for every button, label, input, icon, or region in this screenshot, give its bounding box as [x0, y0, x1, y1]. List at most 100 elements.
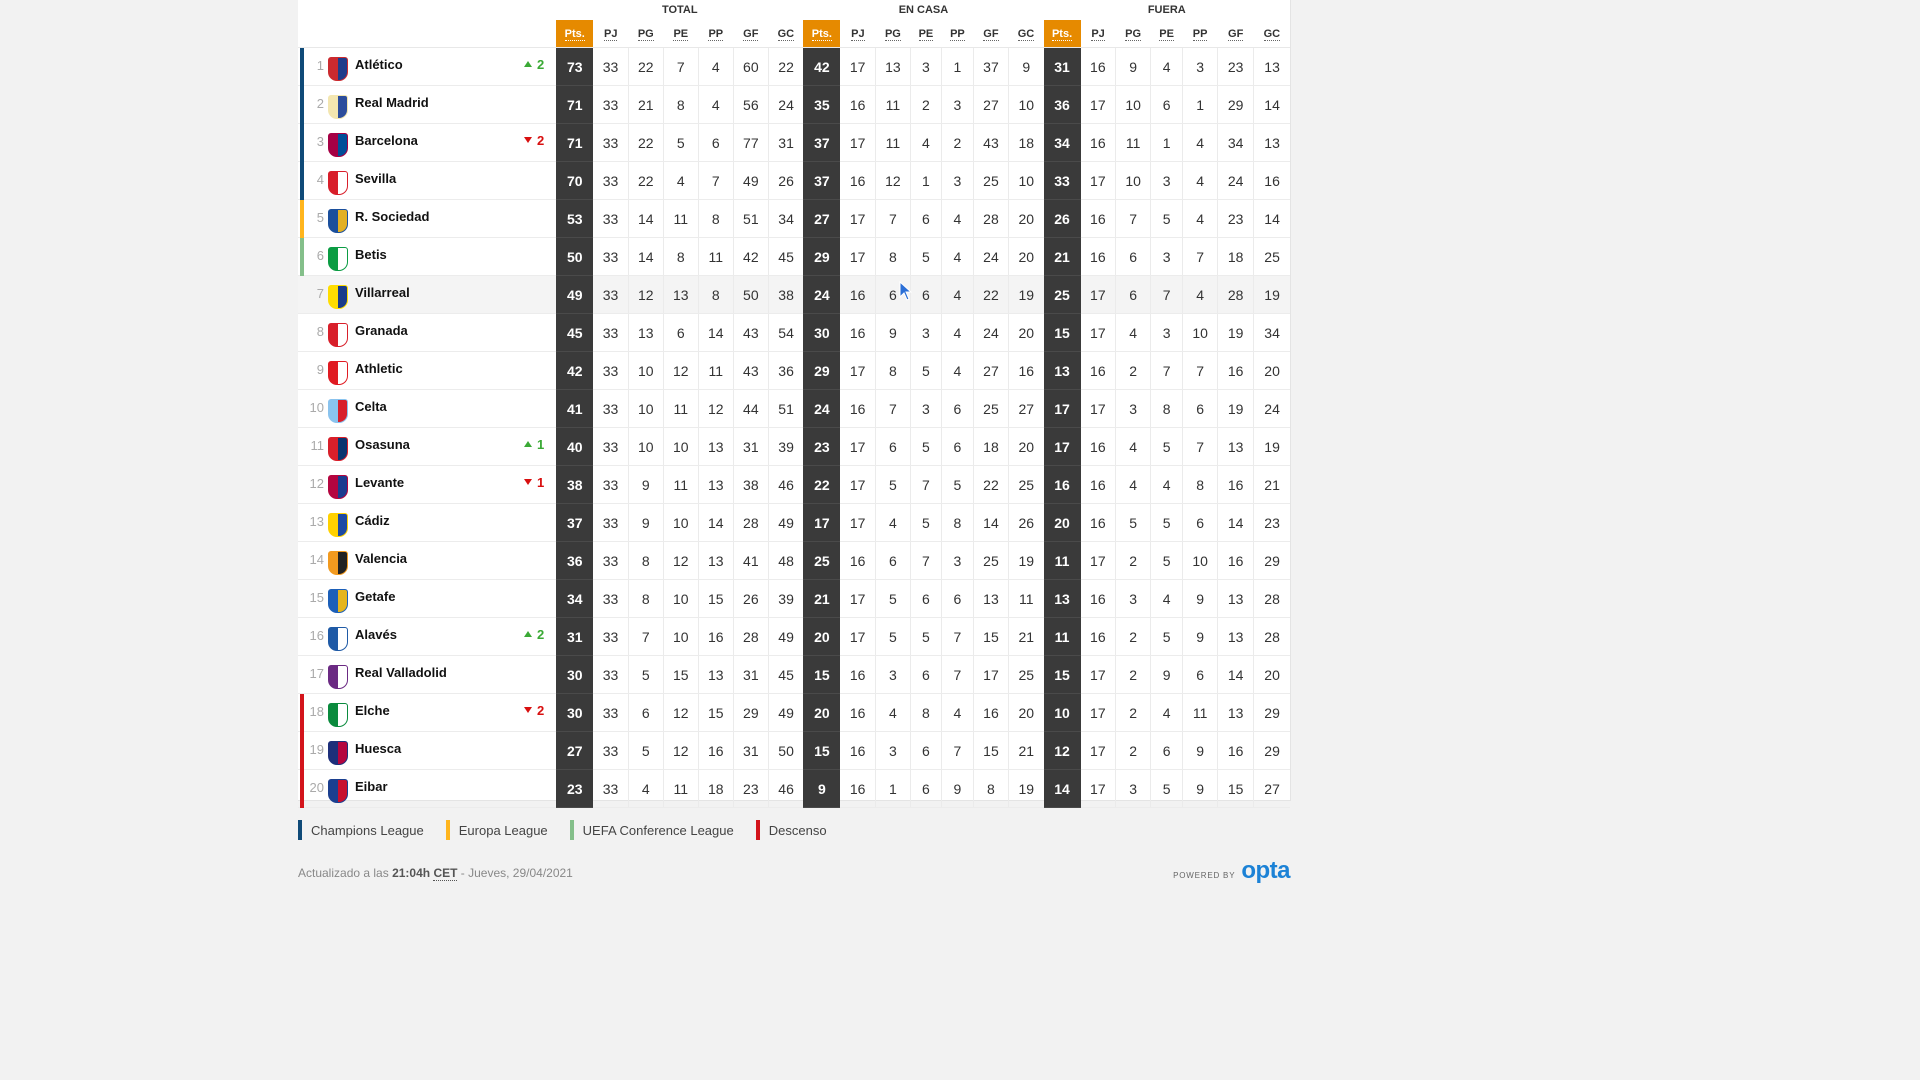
col-header-total-pp[interactable]: PP: [698, 20, 734, 48]
team-name[interactable]: Levante: [355, 475, 404, 490]
team-name[interactable]: Alavés: [355, 627, 397, 642]
col-header-home-gc[interactable]: GC: [1008, 20, 1044, 48]
team-name[interactable]: Atlético: [355, 57, 403, 72]
team-cell[interactable]: 10 Celta: [298, 389, 557, 428]
team-name[interactable]: Elche: [355, 703, 390, 718]
table-row[interactable]: 12 Levante 1 38 33 9 11 13 38 46 22 17 5 7 5 22 25 16 16 4 4…: [298, 465, 1290, 504]
col-header-total-pg[interactable]: PG: [628, 20, 664, 48]
table-row[interactable]: 13 Cádiz 37 33 9 10 14 28 49 17 17 4 5 8 14 26 20 16 5 5 6 14…: [298, 503, 1290, 542]
team-cell[interactable]: 15 Getafe: [298, 579, 557, 618]
table-row[interactable]: 20 Eibar 23 33 4 11 18 23 46 9 16 1 6 9 8 19 14 17 3 5 9 15 27: [298, 769, 1290, 808]
away-gf-value: 23: [1217, 199, 1254, 238]
team-name[interactable]: R. Sociedad: [355, 209, 429, 224]
team-name[interactable]: Celta: [355, 399, 387, 414]
table-row[interactable]: 9 Athletic 42 33 10 12 11 43 36 29 17 8 5 4 27 16 13 16 2 7…: [298, 351, 1290, 390]
table-row[interactable]: 4 Sevilla 70 33 22 4 7 49 26 37 16 12 1 3 25 10 33 17 10 3 4…: [298, 161, 1290, 200]
table-row[interactable]: 7 Villarreal 49 33 12 13 8 50 38 24 16 6 6 4 22 19 25 17 6…: [298, 275, 1290, 314]
group-away: FUERA: [1147, 4, 1186, 16]
team-cell[interactable]: 12 Levante 1: [298, 465, 557, 504]
away-gc-value: 13: [1253, 47, 1290, 86]
col-header-away-pp[interactable]: PP: [1182, 20, 1218, 48]
team-name[interactable]: Betis: [355, 247, 387, 262]
col-header-away-pts[interactable]: Pts.: [1043, 20, 1081, 48]
team-cell[interactable]: 14 Valencia: [298, 541, 557, 580]
col-header-total-gf[interactable]: GF: [733, 20, 769, 48]
table-row[interactable]: 14 Valencia 36 33 8 12 13 41 48 25 16 6 7 3 25 19 11 17 2 5…: [298, 541, 1290, 580]
team-name[interactable]: Eibar: [355, 779, 388, 794]
table-row[interactable]: 19 Huesca 27 33 5 12 16 31 50 15 16 3 6 7 15 21 12 17 2 6 9 1…: [298, 731, 1290, 770]
team-cell[interactable]: 5 R. Sociedad: [298, 199, 557, 238]
team-name[interactable]: Villarreal: [355, 285, 410, 300]
team-cell[interactable]: 17 Real Valladolid: [298, 655, 557, 694]
team-name[interactable]: Cádiz: [355, 513, 390, 528]
col-header-home-pj[interactable]: PJ: [840, 20, 876, 48]
away-pp-value: 11: [1182, 693, 1218, 732]
table-row[interactable]: 15 Getafe 34 33 8 10 15 26 39 21 17 5 6 6 13 11 13 16 3 4 9 1…: [298, 579, 1290, 618]
table-row[interactable]: 1 Atlético 2 73 33 22 7 4 60 22 42 17 13 3 1 37 9 31 16 9 4 3…: [298, 47, 1290, 86]
away-pts-value: 34: [1043, 123, 1081, 162]
team-name[interactable]: Granada: [355, 323, 408, 338]
team-cell[interactable]: 19 Huesca: [298, 731, 557, 770]
col-header-away-pe[interactable]: PE: [1150, 20, 1183, 48]
team-cell[interactable]: 4 Sevilla: [298, 161, 557, 200]
team-name[interactable]: Valencia: [355, 551, 407, 566]
table-row[interactable]: 17 Real Valladolid 30 33 5 15 13 31 45 15 16 3 6 7 17 2…: [298, 655, 1290, 694]
team-cell[interactable]: 3 Barcelona 2: [298, 123, 557, 162]
team-cell[interactable]: 18 Elche 2: [298, 693, 557, 732]
col-header-total-pe[interactable]: PE: [663, 20, 699, 48]
table-row[interactable]: 6 Betis 50 33 14 8 11 42 45 29 17 8 5 4 24 20 21 16 6 3 7 18 2…: [298, 237, 1290, 276]
table-row[interactable]: 16 Alavés 2 31 33 7 10 16 28 49 20 17 5 5 7 15 21 11 16 2 5 9…: [298, 617, 1290, 656]
col-header-total-gc[interactable]: GC: [768, 20, 804, 48]
away-pe-value: 4: [1150, 693, 1183, 732]
col-header-total-pts[interactable]: Pts.: [556, 20, 594, 48]
col-header-away-pj[interactable]: PJ: [1080, 20, 1116, 48]
team-name[interactable]: Barcelona: [355, 133, 418, 148]
team-name[interactable]: Athletic: [355, 361, 403, 376]
away-gf-value: 18: [1217, 237, 1254, 276]
away-pj-value: 16: [1080, 123, 1116, 162]
team-name[interactable]: Huesca: [355, 741, 401, 756]
table-row[interactable]: 2 Real Madrid 71 33 21 8 4 56 24 35 16 11 2 3 27 10 36 17…: [298, 85, 1290, 124]
team-cell[interactable]: 2 Real Madrid: [298, 85, 557, 124]
col-header-home-pg[interactable]: PG: [875, 20, 911, 48]
team-cell[interactable]: 1 Atlético 2: [298, 47, 557, 86]
team-cell[interactable]: 6 Betis: [298, 237, 557, 276]
away-gc-value: 19: [1253, 427, 1290, 466]
col-header-total-pj[interactable]: PJ: [593, 20, 629, 48]
team-cell[interactable]: 20 Eibar: [298, 769, 557, 808]
table-row[interactable]: 3 Barcelona 2 71 33 22 5 6 77 31 37 17 11 4 2 43 18 34 16 1…: [298, 123, 1290, 162]
team-name[interactable]: Real Valladolid: [355, 665, 447, 680]
col-header-home-pe[interactable]: PE: [910, 20, 942, 48]
col-header-home-pp[interactable]: PP: [941, 20, 974, 48]
table-row[interactable]: 11 Osasuna 1 40 33 10 10 13 31 39 23 17 6 5 6 18 20 17 16 4…: [298, 427, 1290, 466]
total-pg-value: 21: [627, 85, 664, 124]
col-header-home-pts[interactable]: Pts.: [803, 20, 841, 48]
team-cell[interactable]: 7 Villarreal: [298, 275, 557, 314]
powered-by-opta[interactable]: POWERED BY opta: [1173, 859, 1290, 883]
team-cell[interactable]: 8 Granada: [298, 313, 557, 352]
table-row[interactable]: 5 R. Sociedad 53 33 14 11 8 51 34 27 17 7 6 4 28 20 26 16…: [298, 199, 1290, 238]
total-gf-value: 43: [732, 313, 769, 352]
team-cell[interactable]: 11 Osasuna 1: [298, 427, 557, 466]
team-cell[interactable]: 16 Alavés 2: [298, 617, 557, 656]
team-cell[interactable]: 9 Athletic: [298, 351, 557, 390]
team-name[interactable]: Osasuna: [355, 437, 410, 452]
away-gc-value: 29: [1253, 693, 1290, 732]
col-header-away-pg[interactable]: PG: [1115, 20, 1151, 48]
team-cell[interactable]: 13 Cádiz: [298, 503, 557, 542]
col-header-home-gf[interactable]: GF: [973, 20, 1009, 48]
team-name[interactable]: Real Madrid: [355, 95, 429, 110]
table-row[interactable]: 8 Granada 45 33 13 6 14 43 54 30 16 9 3 4 24 20 15 17 4 3 10…: [298, 313, 1290, 352]
away-pp-value: 7: [1182, 427, 1218, 466]
team-name[interactable]: Getafe: [355, 589, 395, 604]
col-header-away-gc[interactable]: GC: [1253, 20, 1290, 48]
home-gf-value: 28: [972, 199, 1009, 238]
table-row[interactable]: 10 Celta 41 33 10 11 12 44 51 24 16 7 3 6 25 27 17 17 3 8 6 1…: [298, 389, 1290, 428]
position-number: 3: [316, 134, 324, 149]
col-header-away-gf[interactable]: GF: [1217, 20, 1254, 48]
home-gc-value: 19: [1007, 275, 1044, 314]
team-name[interactable]: Sevilla: [355, 171, 396, 186]
table-row[interactable]: 18 Elche 2 30 33 6 12 15 29 49 20 16 4 8 4 16 20 10 17 2 4 11…: [298, 693, 1290, 732]
away-pe-value: 5: [1150, 427, 1183, 466]
home-gf-value: 8: [972, 769, 1009, 808]
